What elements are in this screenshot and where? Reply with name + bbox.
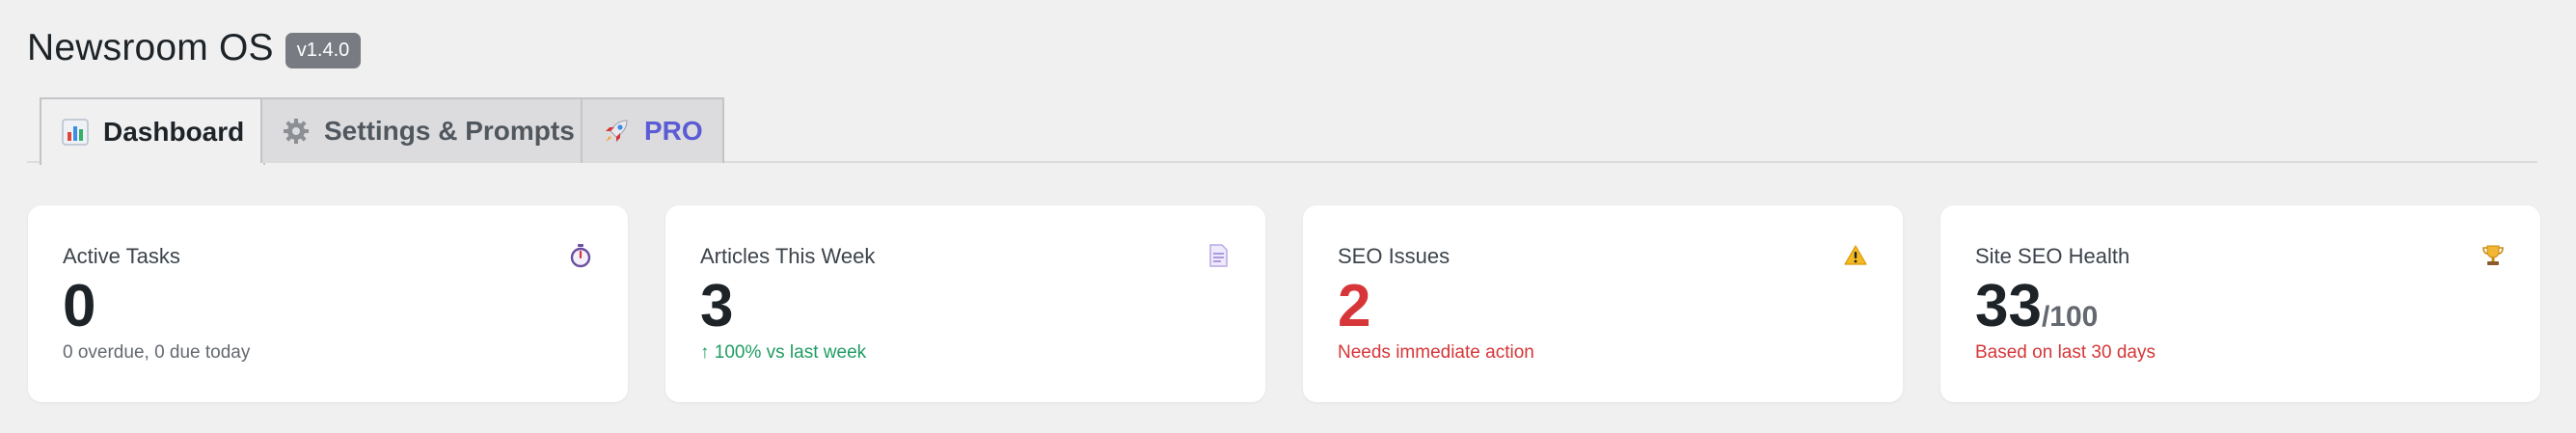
tab-settings-prompts[interactable]: Settings & Prompts (260, 97, 596, 163)
tab-label: Settings & Prompts (324, 116, 575, 146)
tab-bar: Dashboard Settings & Prompts PRO (27, 97, 2537, 165)
bar-chart-icon (61, 118, 90, 147)
card-value: 33/100 (1975, 273, 2099, 339)
card-subtext: Based on last 30 days (1975, 342, 2156, 363)
stat-card-site-seo-health: Site SEO Health 33/100 Based on last 30 … (1940, 205, 2540, 402)
tab-label: PRO (644, 116, 703, 146)
header: Newsroom OS v1.4.0 (27, 27, 362, 69)
version-badge: v1.4.0 (285, 32, 362, 68)
card-subtext: ↑ 100% vs last week (700, 342, 867, 363)
trophy-icon (2481, 243, 2506, 268)
app-title: Newsroom OS (27, 27, 274, 68)
page: Newsroom OS v1.4.0 Dashboard Settings & … (0, 0, 2576, 433)
tab-dashboard[interactable]: Dashboard (40, 97, 266, 165)
card-label: Articles This Week (700, 244, 876, 268)
stopwatch-icon (568, 243, 593, 268)
card-value-suffix: /100 (2041, 301, 2099, 333)
card-value: 2 (1338, 273, 1371, 339)
gear-icon (282, 117, 311, 146)
card-value: 0 (63, 273, 96, 339)
stat-card-seo-issues: SEO Issues 2 Needs immediate action (1303, 205, 1903, 402)
card-subtext: Needs immediate action (1338, 342, 1534, 363)
card-label: SEO Issues (1338, 244, 1451, 268)
stat-card-active-tasks: Active Tasks 0 0 overdue, 0 due today (28, 205, 628, 402)
card-value: 3 (700, 273, 734, 339)
stat-card-articles-this-week: Articles This Week 3 ↑ 100% vs last week (665, 205, 1265, 402)
rocket-icon (602, 117, 631, 146)
card-label: Active Tasks (63, 244, 180, 268)
warning-icon (1843, 243, 1868, 268)
tab-pro[interactable]: PRO (581, 97, 724, 163)
card-label: Site SEO Health (1975, 244, 2130, 268)
tab-label: Dashboard (103, 117, 245, 147)
card-subtext: 0 overdue, 0 due today (63, 342, 251, 363)
document-icon (1206, 243, 1231, 268)
